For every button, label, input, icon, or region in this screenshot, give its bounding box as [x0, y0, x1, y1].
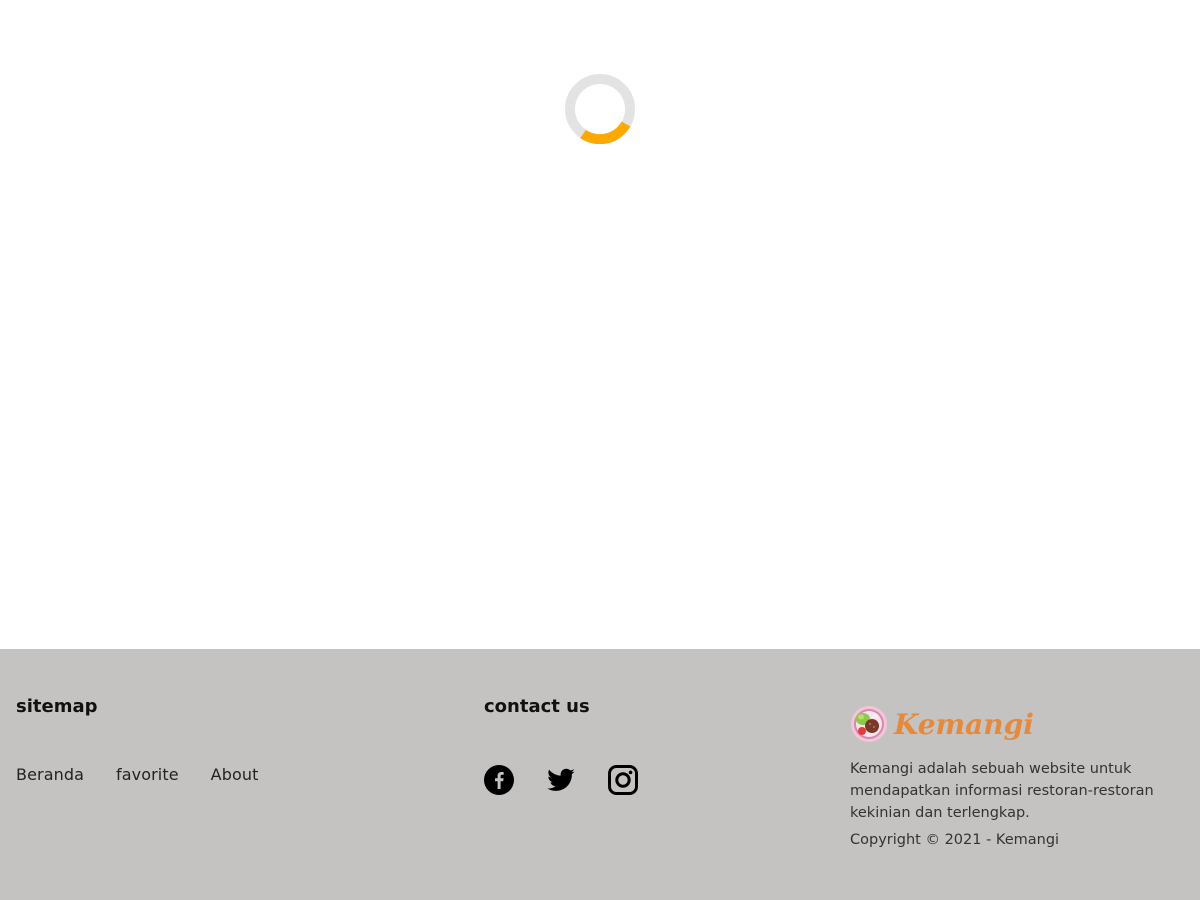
brand-description: Kemangi adalah sebuah website untuk mend…: [850, 761, 1154, 821]
nav-link-favorite[interactable]: favorite: [116, 765, 179, 784]
loading-spinner-icon: [565, 74, 635, 144]
site-footer: sitemap Beranda favorite About contact u…: [0, 649, 1200, 900]
social-links: [484, 765, 638, 795]
facebook-icon[interactable]: [484, 765, 514, 795]
copyright-text: Copyright © 2021 - Kemangi: [850, 832, 1060, 848]
nav-link-beranda[interactable]: Beranda: [16, 765, 84, 784]
main-content: [0, 0, 1200, 649]
sitemap-title: sitemap: [16, 696, 98, 717]
brand-section: Kemangi Kemangi adalah sebuah website un…: [850, 704, 1190, 848]
contact-title: contact us: [484, 696, 590, 717]
twitter-icon[interactable]: [546, 765, 576, 795]
sitemap-links: Beranda favorite About: [16, 765, 258, 784]
food-bowl-logo-icon: [851, 706, 887, 742]
brand-name: Kemangi: [894, 707, 1034, 741]
nav-link-about[interactable]: About: [211, 765, 259, 784]
instagram-icon[interactable]: [608, 765, 638, 795]
brand-logo-row: Kemangi: [850, 704, 1190, 744]
